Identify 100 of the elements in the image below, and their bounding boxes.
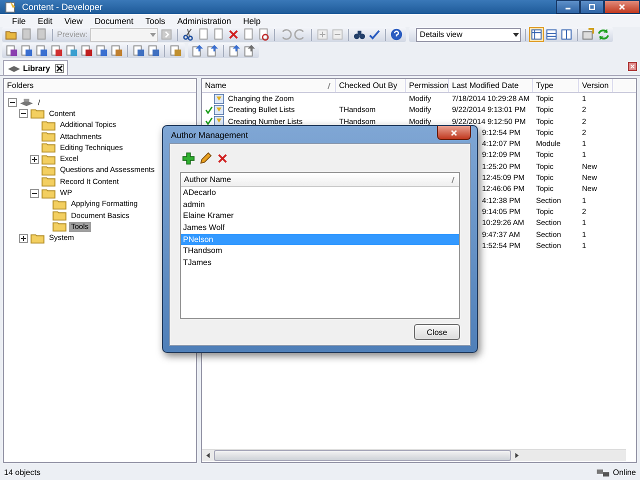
- folder-icon: [52, 210, 67, 222]
- expander-icon[interactable]: [19, 234, 28, 243]
- close-icon: [450, 128, 458, 136]
- menu-item[interactable]: Edit: [32, 16, 58, 26]
- document-icon[interactable]: [147, 44, 160, 57]
- list-item[interactable]: Elaine Kramer: [181, 210, 459, 222]
- view-dropdown[interactable]: Details view: [416, 28, 521, 42]
- details-view-icon[interactable]: [530, 28, 543, 41]
- sort-icon: [327, 82, 331, 90]
- document-icon[interactable]: [110, 44, 123, 57]
- folder-icon: [52, 221, 67, 232]
- document-icon[interactable]: [95, 44, 108, 57]
- columns-view-icon[interactable]: [560, 28, 573, 41]
- menu-item[interactable]: File: [6, 16, 32, 26]
- document-icon[interactable]: [191, 44, 204, 57]
- column-header[interactable]: Version: [579, 79, 613, 92]
- folder-icon: [30, 108, 45, 120]
- document-icon[interactable]: [212, 28, 225, 41]
- dialog-title: Author Management: [171, 130, 248, 140]
- menu-item[interactable]: View: [58, 16, 89, 26]
- expander-icon[interactable]: [8, 98, 17, 108]
- pencil-icon[interactable]: [199, 152, 212, 164]
- document-icon[interactable]: [35, 44, 48, 57]
- document-icon[interactable]: [35, 28, 48, 41]
- maximize-button[interactable]: [580, 0, 604, 14]
- list-item[interactable]: James Wolf: [181, 222, 459, 234]
- expander-icon[interactable]: [30, 188, 39, 198]
- delete-icon[interactable]: [216, 152, 229, 164]
- minimize-button[interactable]: [556, 0, 580, 14]
- folder-icon: [41, 131, 56, 142]
- delete-icon[interactable]: [226, 28, 240, 41]
- properties-icon[interactable]: [582, 28, 595, 41]
- object-count: 14 objects: [4, 468, 40, 477]
- document-icon[interactable]: [50, 44, 63, 57]
- document-icon[interactable]: [228, 44, 241, 57]
- topic-icon: [214, 116, 224, 126]
- close-icon[interactable]: [628, 62, 637, 71]
- folder-icon: [41, 142, 56, 154]
- rows-view-icon[interactable]: [544, 28, 558, 41]
- scrollbar-thumb[interactable]: [214, 450, 511, 461]
- document-icon[interactable]: [256, 28, 270, 41]
- document-icon[interactable]: [206, 44, 219, 57]
- document-icon[interactable]: [169, 44, 182, 57]
- help-icon[interactable]: [390, 28, 403, 41]
- panel-header: Folders: [4, 79, 196, 93]
- expander-icon[interactable]: [30, 154, 39, 164]
- column-header[interactable]: Name: [202, 79, 336, 92]
- connection-status: Online: [612, 468, 636, 477]
- column-header[interactable]: Type: [533, 79, 579, 92]
- caret-icon: [512, 30, 520, 38]
- sort-icon: [451, 176, 455, 184]
- maximize-icon: [588, 3, 596, 11]
- menu-item[interactable]: Tools: [139, 16, 172, 26]
- list-item[interactable]: ADecarlo: [181, 187, 459, 199]
- document-icon[interactable]: [65, 44, 78, 57]
- column-header[interactable]: Permission: [406, 79, 449, 92]
- folder-icon: [41, 188, 56, 199]
- column-header[interactable]: Checked Out By: [336, 79, 406, 92]
- drive-icon: [19, 97, 34, 108]
- folder-icon: [30, 232, 45, 244]
- menu-item[interactable]: Help: [237, 16, 267, 26]
- close-icon[interactable]: [55, 64, 64, 72]
- spell-check-icon[interactable]: [368, 28, 381, 41]
- column-header[interactable]: Last Modified Date: [449, 79, 533, 92]
- preview-label: Preview:: [57, 30, 88, 39]
- window-title: Content - Developer: [22, 2, 103, 12]
- list-item[interactable]: admin: [181, 198, 459, 210]
- scroll-left-icon[interactable]: [205, 452, 211, 459]
- document-icon[interactable]: [20, 44, 33, 57]
- document-icon[interactable]: [243, 44, 256, 57]
- folder-icon: [41, 164, 56, 176]
- document-icon[interactable]: [5, 44, 18, 57]
- list-item[interactable]: TJames: [181, 257, 459, 269]
- folder-icon: [52, 198, 67, 210]
- menu-item[interactable]: Document: [88, 16, 140, 26]
- folder-icon: [41, 176, 56, 188]
- document-icon[interactable]: [242, 28, 255, 41]
- caret-icon: [148, 30, 157, 38]
- dialog-close-button[interactable]: [437, 126, 471, 140]
- scissors-icon[interactable]: [182, 28, 195, 41]
- close-icon: [618, 3, 626, 11]
- refresh-icon[interactable]: [596, 28, 610, 41]
- add-icon[interactable]: [182, 152, 195, 164]
- binoculars-icon[interactable]: [352, 28, 366, 41]
- close-button[interactable]: [604, 0, 640, 14]
- list-item[interactable]: THandsom: [181, 245, 459, 258]
- menu-item[interactable]: Administration: [171, 16, 238, 26]
- topic-icon: [214, 104, 224, 115]
- column-header[interactable]: Author Name: [184, 175, 232, 184]
- scroll-right-icon[interactable]: [514, 452, 520, 459]
- document-icon[interactable]: [20, 28, 33, 41]
- library-tab[interactable]: Library: [3, 60, 68, 75]
- document-icon[interactable]: [132, 44, 145, 57]
- horizontal-scrollbar[interactable]: [202, 449, 626, 461]
- document-icon[interactable]: [80, 44, 93, 57]
- app-icon: [4, 1, 18, 13]
- expander-icon[interactable]: [19, 109, 28, 118]
- folder-icon: [41, 120, 56, 131]
- topic-icon: [214, 94, 224, 104]
- close-button[interactable]: Close: [414, 324, 460, 340]
